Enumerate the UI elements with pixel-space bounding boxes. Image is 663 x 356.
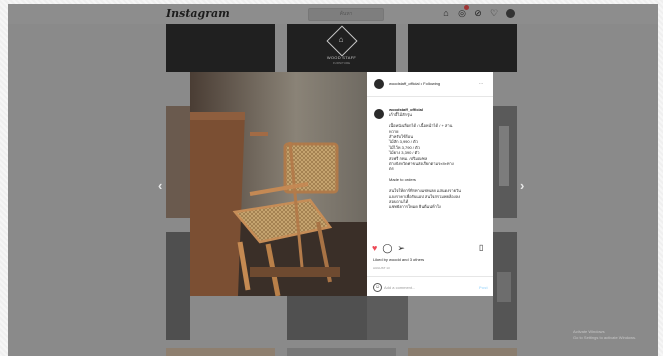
liked-by[interactable]: Liked by woodd and 3 others — [373, 257, 424, 262]
bookmark-icon[interactable]: ▯ — [479, 243, 483, 252]
grid-post-bottom-left[interactable] — [166, 232, 190, 340]
comment-icon[interactable]: ◯ — [382, 243, 392, 253]
grid-post-right[interactable] — [493, 106, 517, 218]
follow-status[interactable]: • Following — [421, 81, 440, 86]
grid-post-brand[interactable]: ⌂ WOOD STAFF FURNITURE — [287, 24, 396, 72]
heart-icon[interactable]: ♡ — [489, 8, 499, 18]
post-actions: ♥ ◯ ➢ — [372, 243, 405, 253]
comment-input[interactable]: Add a comment... — [384, 285, 415, 290]
post-comment-button[interactable]: Post — [479, 285, 488, 290]
emoji-icon[interactable]: ☺ — [373, 283, 382, 292]
share-icon[interactable]: ➢ — [397, 243, 405, 253]
post-date: AUGUST 13 — [373, 266, 390, 270]
next-post-arrow[interactable]: › — [520, 178, 524, 193]
grid-post-bottom-right[interactable] — [493, 232, 517, 340]
post-image — [190, 72, 367, 296]
windows-watermark: Activate Windows Go to Settings to activ… — [573, 329, 636, 341]
post-header: woodstaff_official • Following ··· — [367, 72, 493, 97]
home-icon[interactable]: ⌂ — [441, 8, 451, 18]
author-avatar[interactable] — [374, 79, 384, 89]
more-options-icon[interactable]: ··· — [479, 81, 483, 86]
profile-avatar[interactable] — [505, 8, 515, 18]
rattan-chair-photo — [190, 72, 367, 296]
grid-post-bottom-right-image — [497, 272, 511, 302]
messenger-icon[interactable]: ◎ — [457, 5, 469, 18]
grid-post-dark-1[interactable] — [166, 24, 275, 72]
caption-line: แชทยังการใหมด ยินดีแน่ห้าใง — [389, 204, 441, 210]
brand-sub: FURNITURE — [332, 61, 351, 65]
caption-text: เก้าอี้ไม้สักรุ่น เนื้อหนังเลือกได้ / เน… — [389, 112, 487, 209]
author-username[interactable]: woodstaff_official — [389, 81, 420, 86]
caption-avatar[interactable] — [374, 109, 384, 119]
grid-post-right-image — [499, 126, 509, 186]
prev-post-arrow[interactable]: ‹ — [158, 178, 162, 193]
top-nav: Instagram ค้นหา ⌂ ◎ ⊘ ♡ — [8, 4, 658, 24]
caption: woodstaff_official เก้าอี้ไม้สักรุ่น เนื… — [389, 107, 487, 210]
explore-icon[interactable]: ⊘ — [473, 8, 483, 18]
grid-post-bottom-mid[interactable] — [287, 296, 367, 340]
instagram-page: Instagram ค้นหา ⌂ ◎ ⊘ ♡ ⌂ WOOD STAFF FUR… — [8, 4, 658, 356]
grid-post-next-row-3[interactable] — [408, 348, 517, 356]
grid-post-next-row-1[interactable] — [166, 348, 275, 356]
instagram-logo[interactable]: Instagram — [166, 7, 230, 20]
like-heart-icon[interactable]: ♥ — [372, 243, 377, 253]
watermark-line-2: Go to Settings to activate Windows. — [573, 335, 637, 340]
comment-bar: ☺ Add a comment... Post — [367, 276, 493, 297]
post-detail-panel: woodstaff_official • Following ··· woods… — [367, 72, 493, 296]
header-icons: ⌂ ◎ ⊘ ♡ — [441, 5, 515, 18]
grid-post-next-row-2[interactable] — [287, 348, 396, 356]
grid-post-left[interactable] — [166, 106, 190, 218]
search-input[interactable]: ค้นหา — [308, 8, 384, 21]
brand-name: WOOD STAFF — [326, 55, 357, 60]
grid-post-dark-3[interactable] — [408, 24, 517, 72]
grid-post-bottom-mid-2[interactable] — [367, 296, 408, 340]
notification-badge — [464, 5, 469, 10]
